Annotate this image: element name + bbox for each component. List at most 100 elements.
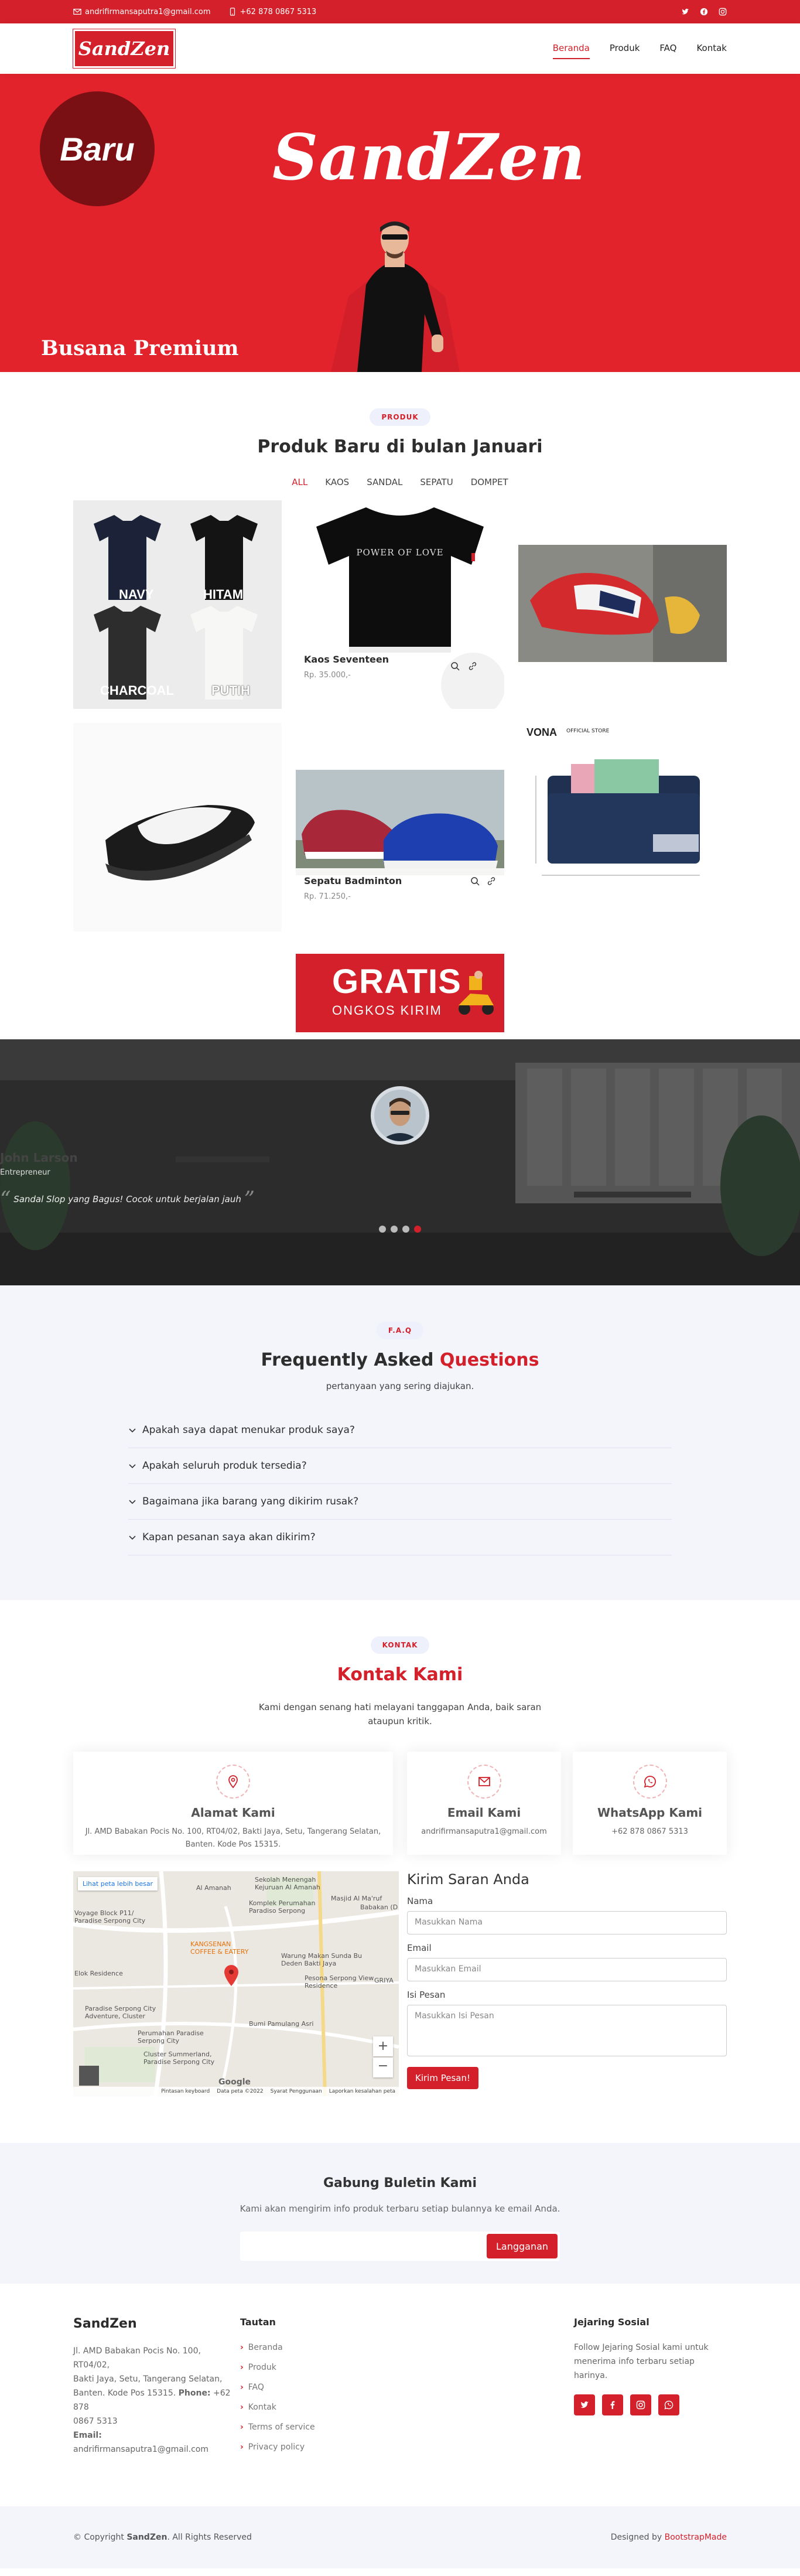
tshirts-image [94,515,258,700]
quote-close-icon: ” [244,1188,255,1212]
instagram-icon[interactable] [719,8,727,16]
zoom-icon[interactable] [470,876,480,886]
name-input[interactable]: Masukkan Nama [407,1911,727,1934]
map-keyboard-shortcuts[interactable]: Pintasan keyboard [161,2089,210,2094]
contact-pill: KONTAK [370,1636,430,1654]
link-icon[interactable] [487,876,496,886]
main-nav: Beranda Produk FAQ Kontak [552,38,727,59]
footer-link-produk[interactable]: › Produk [240,2363,387,2372]
product-sandal-red[interactable] [518,545,727,662]
footer-link-beranda[interactable]: › Beranda [240,2343,387,2352]
credits-prefix: Designed by [610,2533,662,2542]
newsletter-email-input[interactable] [240,2232,486,2261]
filter-all[interactable]: ALL [292,477,307,487]
faq-item[interactable]: Apakah saya dapat menukar produk saya? [128,1412,672,1448]
filter-sandal[interactable]: SANDAL [367,477,402,487]
twitter-icon[interactable] [681,8,689,16]
chevron-right-icon: › [240,2383,244,2392]
faq-pill: F.A.Q [376,1322,424,1339]
email-title: Email Kami [447,1806,521,1820]
nav-faq[interactable]: FAQ [659,38,676,59]
filter-kaos[interactable]: KAOS [325,477,349,487]
map-place: Elok Residence [74,1970,123,1977]
footer-social-text-line2: menerima info terbaru setiap harinya. [574,2357,695,2380]
email-input[interactable]: Masukkan Email [407,1958,727,1981]
topbar-email[interactable]: andrifirmansaputra1@gmail.com [73,8,211,16]
newsletter-text: Kami akan mengirim info produk terbaru s… [240,2203,560,2214]
email-text[interactable]: andrifirmansaputra1@gmail.com [407,1826,561,1838]
products-section: PRODUK Produk Baru di bulan Januari ALL … [0,372,800,1039]
topbar-email-text: andrifirmansaputra1@gmail.com [85,7,211,16]
nav-kontak[interactable]: Kontak [696,38,727,59]
products-pill: PRODUK [370,408,430,426]
faq-item[interactable]: Apakah seluruh produk tersedia? [128,1448,672,1484]
zoom-icon[interactable] [450,661,460,673]
whatsapp-text[interactable]: +62 878 0867 5313 [573,1826,727,1838]
envelope-icon [467,1765,501,1799]
slide-dot-2[interactable] [391,1226,398,1233]
map-terms[interactable]: Syarat Penggunaan [271,2089,322,2094]
subscribe-button[interactable]: Langganan [487,2234,558,2258]
product-sepatu-badminton[interactable]: Sepatu Badminton Rp. 71.250,- [296,770,504,946]
product-filters: ALL KAOS SANDAL SEPATU DOMPET [0,477,800,487]
map-place: Paradise Serpong City Adventure, Cluster [85,2005,156,2020]
map-zoom-in-button[interactable]: + [373,2036,393,2056]
footer-link-kontak[interactable]: › Kontak [240,2403,387,2412]
faq-item[interactable]: Bagaimana jika barang yang dikirim rusak… [128,1484,672,1520]
product-dompet-vona[interactable]: VONA OFFICIAL STORE [518,723,727,899]
filter-dompet[interactable]: DOMPET [471,477,508,487]
map-pegman-icon[interactable] [79,2066,99,2086]
map-report-error[interactable]: Laporkan kesalahan peta [329,2089,395,2094]
location-map[interactable]: Lihat peta lebih besar Sekolah Menengah … [73,1871,399,2096]
footer-link-terms[interactable]: › Terms of service [240,2423,387,2432]
map-larger-link[interactable]: Lihat peta lebih besar [78,1877,158,1891]
footer-social-text-line1: Follow Jejaring Sosial kami untuk [574,2343,709,2352]
faq-item[interactable]: Kapan pesanan saya akan dikirim? [128,1520,672,1555]
slide-dot-4[interactable] [414,1226,421,1233]
whatsapp-icon[interactable] [658,2394,679,2415]
map-google-logo: Google [218,2077,251,2087]
facebook-icon[interactable] [602,2394,623,2415]
tshirt-label-charcoal: CHARCOAL [100,683,174,698]
footer-email[interactable]: andrifirmansaputra1@gmail.com [73,2445,208,2454]
nav-beranda[interactable]: Beranda [552,38,590,59]
link-icon[interactable] [468,661,477,673]
faq-question: Apakah seluruh produk tersedia? [142,1460,307,1472]
nav-produk[interactable]: Produk [610,38,640,59]
instagram-icon[interactable] [630,2394,651,2415]
footer-address: Jl. AMD Babakan Pocis No. 100, RT04/02, … [73,2344,231,2456]
product-kaos-seventeen[interactable]: POWER OF LOVE Kaos Seventeen Rp. 35.000,… [296,500,504,709]
free-shipping-banner[interactable]: GRATIS ONGKOS KIRIM [296,954,504,1032]
site-logo[interactable]: SandZen [73,29,176,69]
slide-dot-1[interactable] [379,1226,386,1233]
banner-ongkos-kirim: ONGKOS KIRIM [332,1003,442,1018]
credits-link[interactable]: BootstrapMade [665,2533,727,2542]
form-title: Kirim Saran Anda [407,1871,529,1888]
product-sandal-black[interactable] [73,723,282,932]
address-card: Alamat Kami Jl. AMD Babakan Pocis No. 10… [73,1752,393,1855]
map-place: Komplek Perumahan Paradiso Serpong [249,1899,316,1915]
footer-link-privacy[interactable]: › Privacy policy [240,2442,387,2452]
footer-social-title: Jejaring Sosial [574,2316,649,2328]
topbar-phone[interactable]: +62 878 0867 5313 [228,8,316,16]
map-place: Cluster Summerland, Paradise Serpong Cit… [143,2050,215,2066]
map-place: Masjid Al Ma'ruf [331,1895,382,1902]
footer-address-line2: Bakti Jaya, Setu, Tangerang Selatan, [73,2374,223,2384]
twitter-icon[interactable] [574,2394,595,2415]
faq-title-a: Frequently Asked [261,1350,434,1370]
product-tshirts-collection[interactable]: NAVY HITAM CHARCOAL PUTIH [73,500,282,709]
hero-brand: SandZen [272,121,586,195]
filter-sepatu[interactable]: SEPATU [420,477,453,487]
testimonial-name: John Larson [0,1151,78,1165]
submit-button[interactable]: Kirim Pesan! [407,2067,478,2089]
footer-link-label: Privacy policy [248,2442,305,2452]
product-info-card: Sepatu Badminton Rp. 71.250,- [296,868,504,910]
faq-list: Apakah saya dapat menukar produk saya? A… [128,1412,672,1555]
map-zoom-out-button[interactable]: − [373,2058,393,2077]
facebook-icon[interactable] [700,8,708,16]
slide-dot-3[interactable] [402,1226,409,1233]
message-textarea[interactable]: Masukkan Isi Pesan [407,2005,727,2056]
faq-title: Frequently Asked Questions [0,1350,800,1370]
footer-link-faq[interactable]: › FAQ [240,2383,387,2392]
hero-model-image [331,221,460,372]
